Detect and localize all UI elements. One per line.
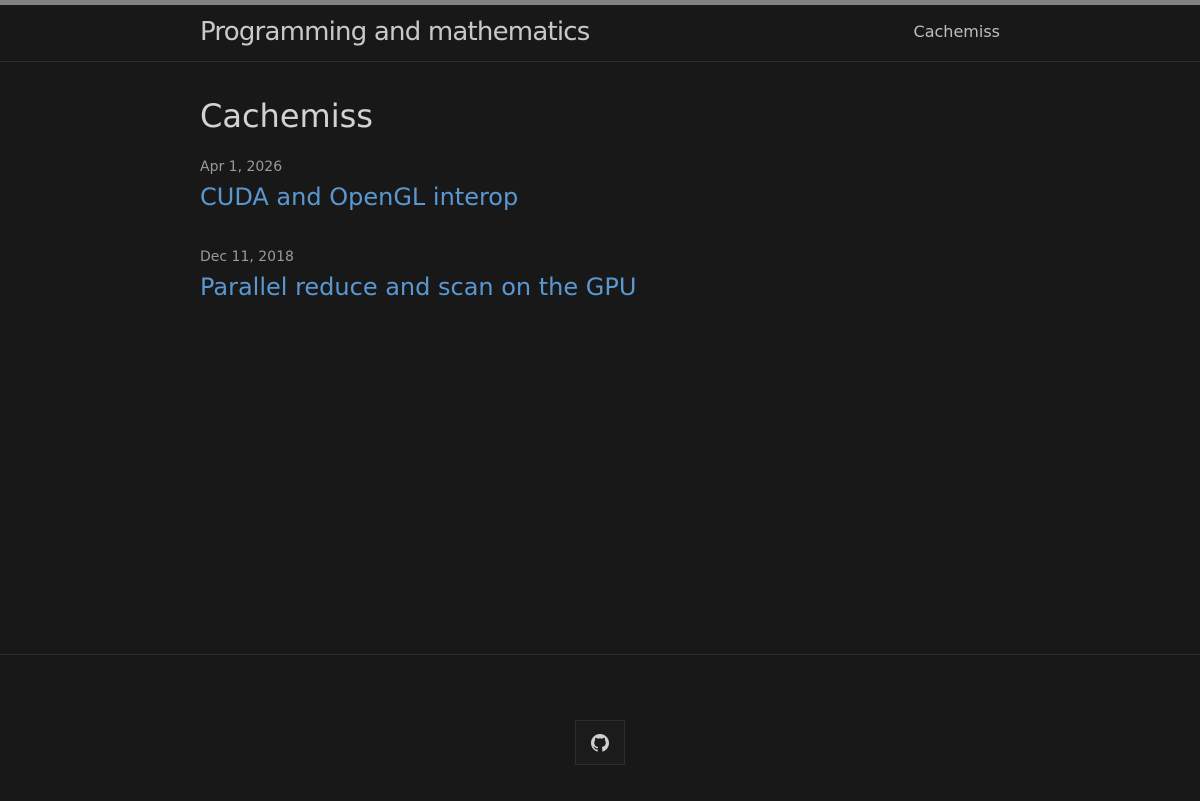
post-link[interactable]: CUDA and OpenGL interop bbox=[200, 181, 518, 213]
site-title-link[interactable]: Programming and mathematics bbox=[200, 15, 590, 49]
post-list: Apr 1, 2026 CUDA and OpenGL interop Dec … bbox=[200, 157, 636, 337]
post-link[interactable]: Parallel reduce and scan on the GPU bbox=[200, 271, 636, 303]
site-footer bbox=[0, 654, 1200, 801]
page-heading: Cachemiss bbox=[200, 97, 373, 135]
post-list-item: Dec 11, 2018 Parallel reduce and scan on… bbox=[200, 247, 636, 337]
github-link-button[interactable] bbox=[575, 720, 625, 765]
nav-link-cachemiss[interactable]: Cachemiss bbox=[914, 21, 1000, 43]
post-list-item: Apr 1, 2026 CUDA and OpenGL interop bbox=[200, 157, 636, 247]
github-icon bbox=[591, 733, 609, 752]
post-date: Apr 1, 2026 bbox=[200, 159, 283, 175]
site-header: Programming and mathematics Cachemiss bbox=[0, 5, 1200, 62]
post-date: Dec 11, 2018 bbox=[200, 249, 294, 265]
